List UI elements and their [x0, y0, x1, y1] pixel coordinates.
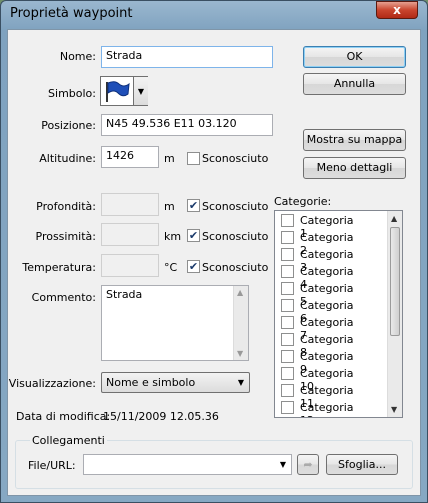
- open-link-button[interactable]: ➦: [297, 454, 319, 475]
- temperatura-unknown-checkbox[interactable]: ✔: [187, 260, 200, 273]
- categorie-scrollbar[interactable]: ▲ ▼: [387, 211, 402, 417]
- altitudine-unit: m: [164, 152, 175, 165]
- temperatura-unknown-label: Sconosciuto: [202, 261, 269, 274]
- prossimita-unknown-checkbox[interactable]: ✔: [187, 229, 200, 242]
- scroll-down-icon[interactable]: ▼: [237, 349, 243, 358]
- posizione-input[interactable]: N45 49.536 E11 03.120: [101, 114, 273, 136]
- data-modifica-label: Data di modifica:: [16, 410, 111, 423]
- profondita-unknown-label: Sconosciuto: [202, 200, 269, 213]
- file-url-label: File/URL:: [28, 459, 76, 472]
- profondita-label: Profondità:: [36, 200, 96, 213]
- arrow-link-icon: ➦: [303, 458, 313, 471]
- commento-textarea[interactable]: Strada ▲ ▼: [101, 285, 249, 361]
- symbol-picker[interactable]: ▼: [100, 76, 148, 106]
- categorie-list[interactable]: Categoria 1 Categoria 2 Categoria 3 Cate…: [274, 210, 403, 418]
- symbol-dropdown-arrow[interactable]: ▼: [133, 77, 148, 105]
- category-checkbox[interactable]: [281, 214, 294, 227]
- scroll-down-icon[interactable]: ▼: [391, 405, 397, 414]
- file-url-input[interactable]: ▼: [83, 454, 292, 475]
- nome-label: Nome:: [59, 50, 96, 63]
- ok-button[interactable]: OK: [303, 46, 406, 68]
- profondita-input[interactable]: [101, 193, 159, 216]
- mostra-su-mappa-button[interactable]: Mostra su mappa: [303, 129, 406, 151]
- nome-input[interactable]: Strada: [101, 46, 273, 68]
- categorie-label: Categorie:: [274, 195, 332, 208]
- prossimita-input[interactable]: [101, 223, 159, 246]
- profondita-unit: m: [164, 200, 175, 213]
- simbolo-label: Simbolo:: [48, 87, 96, 100]
- altitudine-input[interactable]: 1426: [101, 146, 159, 168]
- category-checkbox[interactable]: [281, 248, 294, 261]
- commento-scrollbar[interactable]: ▲ ▼: [233, 286, 248, 360]
- dialog-body: Nome: Strada Simbolo: ▼ Posizione: N45 4…: [7, 29, 421, 496]
- checkmark-icon: ✔: [188, 229, 199, 242]
- window-title: Proprietà waypoint: [10, 6, 133, 21]
- scroll-up-icon[interactable]: ▲: [237, 288, 243, 297]
- checkmark-icon: ✔: [188, 199, 199, 212]
- posizione-label: Posizione:: [41, 119, 96, 132]
- prossimita-unknown-label: Sconosciuto: [202, 230, 269, 243]
- altitudine-unknown-label: Sconosciuto: [202, 152, 269, 165]
- scroll-up-icon[interactable]: ▲: [391, 214, 397, 223]
- chevron-down-icon[interactable]: ▼: [280, 460, 286, 469]
- visualizzazione-value: Nome e simbolo: [106, 376, 196, 389]
- visualizzazione-select[interactable]: Nome e simbolo ▼: [101, 372, 250, 393]
- category-checkbox[interactable]: [281, 265, 294, 278]
- prossimita-unit: km: [164, 230, 182, 243]
- close-icon: x: [393, 3, 401, 17]
- altitudine-unknown-checkbox[interactable]: [187, 152, 200, 165]
- temperatura-unit: °C: [164, 261, 178, 274]
- meno-dettagli-button[interactable]: Meno dettagli: [303, 157, 406, 179]
- prossimita-label: Prossimità:: [35, 230, 97, 243]
- visualizzazione-label: Visualizzazione:: [8, 377, 96, 390]
- title-bar[interactable]: Proprietà waypoint x: [0, 0, 428, 30]
- data-modifica-value: 15/11/2009 12.05.36: [103, 410, 219, 423]
- flag-icon: [106, 81, 130, 102]
- category-checkbox[interactable]: [281, 367, 294, 380]
- commento-text: Strada: [106, 288, 143, 301]
- checkmark-icon: ✔: [188, 260, 199, 273]
- category-checkbox[interactable]: [281, 333, 294, 346]
- temperatura-input[interactable]: [101, 254, 159, 277]
- close-button[interactable]: x: [376, 1, 418, 19]
- category-checkbox[interactable]: [281, 299, 294, 312]
- scrollbar-thumb[interactable]: [390, 227, 400, 336]
- altitudine-label: Altitudine:: [39, 152, 96, 165]
- category-checkbox[interactable]: [281, 401, 294, 414]
- profondita-unknown-checkbox[interactable]: ✔: [187, 199, 200, 212]
- commento-label: Commento:: [31, 291, 96, 304]
- category-checkbox[interactable]: [281, 231, 294, 244]
- chevron-down-icon: ▼: [137, 87, 145, 96]
- chevron-down-icon: ▼: [237, 378, 244, 387]
- category-checkbox[interactable]: [281, 316, 294, 329]
- category-checkbox[interactable]: [281, 350, 294, 363]
- category-checkbox[interactable]: [281, 384, 294, 397]
- annulla-button[interactable]: Annulla: [303, 73, 406, 95]
- category-checkbox[interactable]: [281, 282, 294, 295]
- temperatura-label: Temperatura:: [22, 261, 96, 274]
- collegamenti-title: Collegamenti: [30, 434, 107, 447]
- sfoglia-button[interactable]: Sfoglia...: [326, 454, 398, 475]
